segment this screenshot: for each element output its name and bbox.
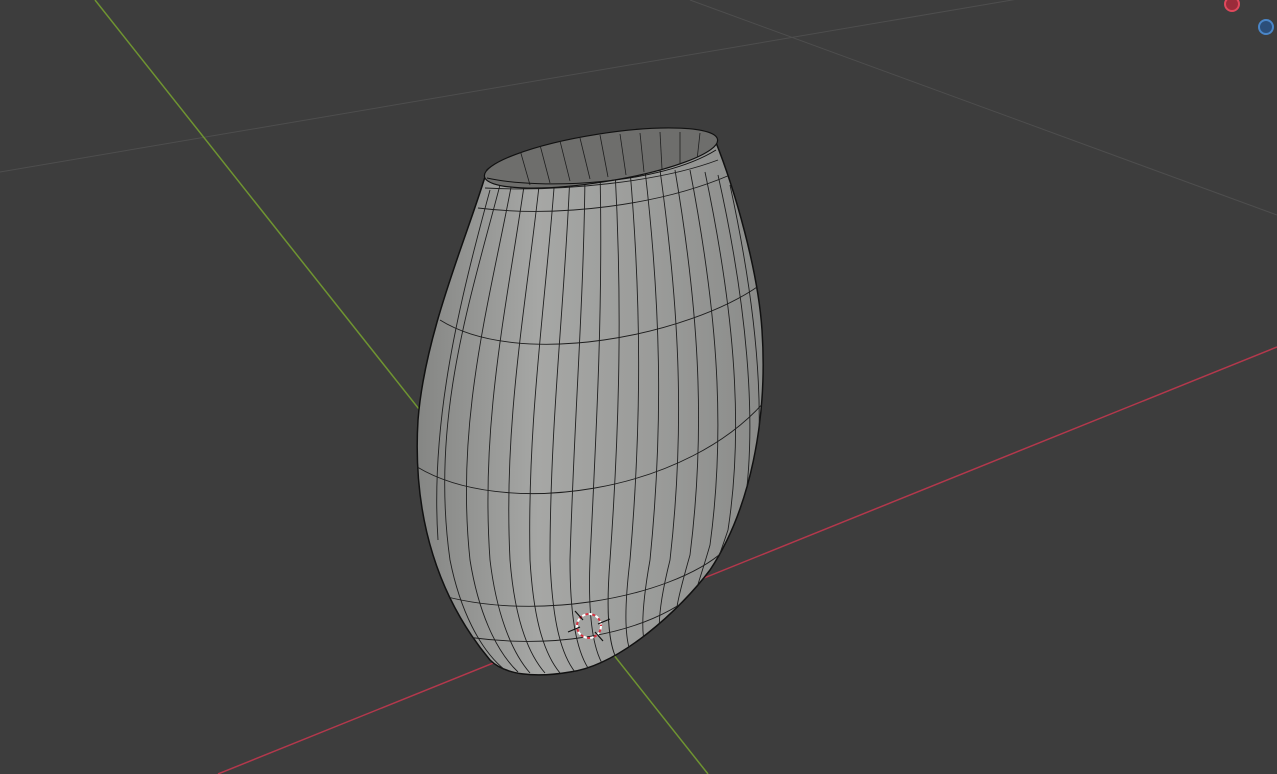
- gizmo-z-axis-button[interactable]: [1258, 19, 1274, 35]
- 3d-viewport[interactable]: [0, 0, 1277, 774]
- viewport-canvas[interactable]: [0, 0, 1277, 774]
- vase-mesh[interactable]: [414, 116, 770, 676]
